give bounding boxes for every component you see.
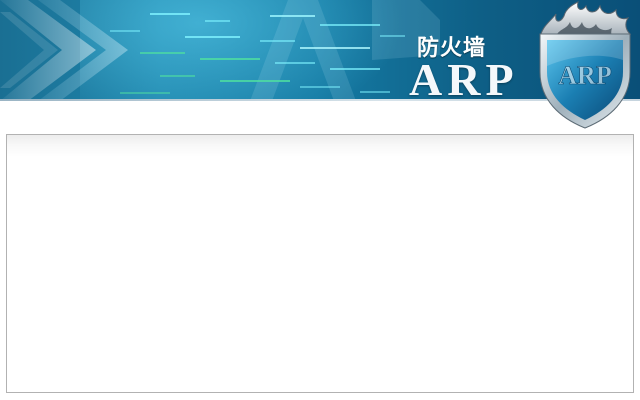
shield-icon: ARP — [539, 1, 632, 129]
app-title-english: ARP — [409, 54, 519, 102]
app-window: 防火墙 ARP ARP — [0, 0, 640, 400]
logo-text: ARP — [558, 61, 612, 90]
content-panel — [6, 134, 634, 393]
